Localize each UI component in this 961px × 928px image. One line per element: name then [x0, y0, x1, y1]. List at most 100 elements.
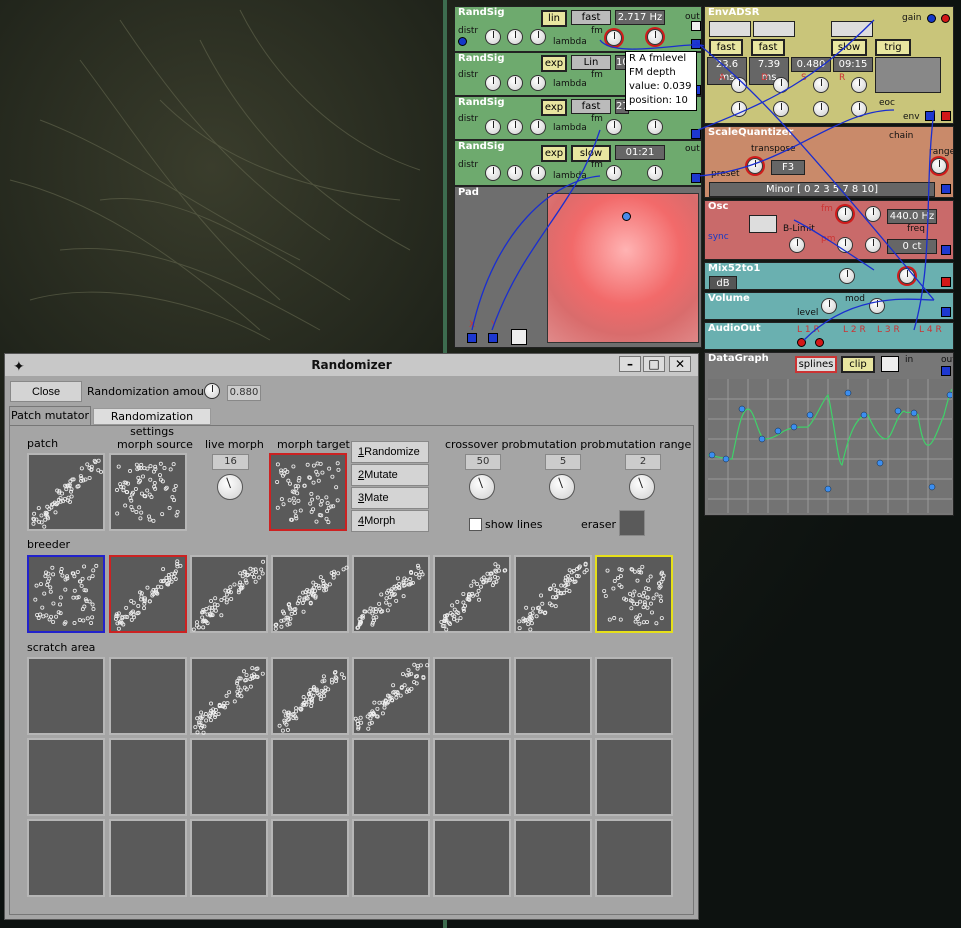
window-title-bar[interactable]: ✦ Randomizer – □ ✕ — [5, 354, 698, 376]
fm-depth-knob[interactable] — [606, 30, 622, 46]
lambda-knob[interactable] — [507, 165, 523, 181]
speed-button[interactable]: Lin — [571, 55, 611, 70]
attack-speed-button[interactable]: fast — [709, 39, 743, 56]
breeder-tile[interactable] — [271, 555, 349, 633]
eraser-tile[interactable] — [619, 510, 645, 536]
tune-knob[interactable] — [865, 206, 881, 222]
close-button[interactable]: Close — [10, 381, 82, 402]
lambda-knob[interactable] — [507, 119, 523, 135]
morph-target-tile[interactable] — [269, 453, 347, 531]
breeder-tile[interactable] — [190, 555, 268, 633]
out-1-left-jack[interactable] — [797, 338, 806, 347]
release-mod-knob[interactable] — [851, 101, 867, 117]
mix-level-knob-2[interactable] — [899, 268, 915, 284]
trigger-toggle[interactable] — [691, 21, 701, 31]
clip-button[interactable]: clip — [841, 356, 875, 373]
breeder-tile[interactable] — [352, 555, 430, 633]
scratch-tile[interactable] — [27, 819, 105, 897]
scratch-tile[interactable] — [27, 738, 105, 816]
live-morph-knob[interactable] — [217, 474, 243, 500]
level-knob[interactable] — [647, 29, 663, 45]
volume-level-knob[interactable] — [821, 298, 837, 314]
speed-button[interactable]: fast — [571, 10, 611, 25]
attack-mod-knob[interactable] — [731, 101, 747, 117]
mode-button[interactable]: exp — [541, 55, 567, 72]
patch-tile[interactable] — [27, 453, 105, 531]
fm-knob[interactable] — [837, 206, 853, 222]
out-jack[interactable] — [691, 39, 701, 49]
speed-button[interactable]: fast — [571, 99, 611, 114]
attack-curve-icon[interactable] — [709, 21, 751, 37]
breeder-tile[interactable] — [433, 555, 511, 633]
mode-button[interactable]: lin — [541, 10, 567, 27]
scratch-tile[interactable] — [109, 819, 187, 897]
trigger-button[interactable] — [881, 356, 899, 372]
y-out-jack[interactable] — [488, 333, 498, 343]
shape-knob[interactable] — [530, 29, 546, 45]
morph-source-tile[interactable] — [109, 453, 187, 531]
scratch-tile[interactable] — [595, 738, 673, 816]
scratch-tile[interactable] — [595, 657, 673, 735]
fm-depth-knob[interactable] — [606, 165, 622, 181]
mode-button[interactable]: exp — [541, 99, 567, 116]
out-jack[interactable] — [691, 129, 701, 139]
pm-knob[interactable] — [837, 237, 853, 253]
release-curve-icon[interactable] — [831, 21, 873, 37]
randomization-amount-knob[interactable] — [204, 383, 220, 399]
scratch-tile[interactable] — [595, 819, 673, 897]
level-knob[interactable] — [647, 119, 663, 135]
scratch-tile[interactable] — [433, 738, 511, 816]
blimit-knob[interactable] — [789, 237, 805, 253]
breeder-tile[interactable] — [27, 555, 105, 633]
mutation-range-knob[interactable] — [629, 474, 655, 500]
maximize-icon[interactable]: □ — [643, 356, 665, 372]
splines-button[interactable]: splines — [795, 356, 837, 373]
gain-jack[interactable] — [927, 14, 936, 23]
distr-knob[interactable] — [485, 75, 501, 91]
sustain-knob[interactable] — [813, 77, 829, 93]
show-lines-checkbox[interactable] — [469, 518, 482, 531]
mate-button[interactable]: 3Mate — [351, 487, 429, 509]
scratch-tile[interactable] — [514, 738, 592, 816]
out-1-right-jack[interactable] — [815, 338, 824, 347]
release-speed-button[interactable]: slow — [831, 39, 867, 56]
scratch-tile[interactable] — [271, 657, 349, 735]
graph-out-jack[interactable] — [941, 366, 951, 376]
tab-randomization-settings[interactable]: Randomization settings — [93, 408, 211, 438]
decay-curve-icon[interactable] — [753, 21, 795, 37]
env-out-jack[interactable] — [941, 111, 951, 121]
crossover-knob[interactable] — [469, 474, 495, 500]
scratch-tile[interactable] — [433, 819, 511, 897]
lambda-knob[interactable] — [507, 29, 523, 45]
attack-knob[interactable] — [731, 77, 747, 93]
osc-out-jack[interactable] — [941, 245, 951, 255]
shape-knob[interactable] — [530, 165, 546, 181]
breeder-tile[interactable] — [595, 555, 673, 633]
volume-mod-knob[interactable] — [869, 298, 885, 314]
data-graph-canvas[interactable] — [708, 379, 952, 513]
decay-speed-button[interactable]: fast — [751, 39, 785, 56]
distr-input-jack[interactable] — [458, 37, 467, 46]
db-selector[interactable]: dB — [709, 276, 737, 289]
waveform-icon[interactable] — [749, 215, 777, 233]
close-icon[interactable]: ✕ — [669, 356, 691, 372]
scale-selector[interactable]: Minor [ 0 2 3 5 7 8 10] — [709, 182, 935, 197]
transpose-knob[interactable] — [747, 158, 763, 174]
detune-knob[interactable] — [865, 237, 881, 253]
scratch-tile[interactable] — [271, 819, 349, 897]
out-jack[interactable] — [691, 173, 701, 183]
sustain-mod-knob[interactable] — [813, 101, 829, 117]
xy-pad[interactable] — [547, 193, 699, 343]
scratch-tile[interactable] — [190, 819, 268, 897]
gate-button[interactable] — [511, 329, 527, 345]
scratch-tile[interactable] — [109, 738, 187, 816]
scratch-tile[interactable] — [352, 657, 430, 735]
breeder-tile[interactable] — [109, 555, 187, 633]
randomize-button[interactable]: 1Randomize — [351, 441, 429, 463]
env-inv-jack[interactable] — [925, 111, 935, 121]
scratch-tile[interactable] — [433, 657, 511, 735]
fm-depth-knob[interactable] — [606, 119, 622, 135]
mutation-prob-knob[interactable] — [549, 474, 575, 500]
level-knob[interactable] — [647, 165, 663, 181]
distr-knob[interactable] — [485, 29, 501, 45]
